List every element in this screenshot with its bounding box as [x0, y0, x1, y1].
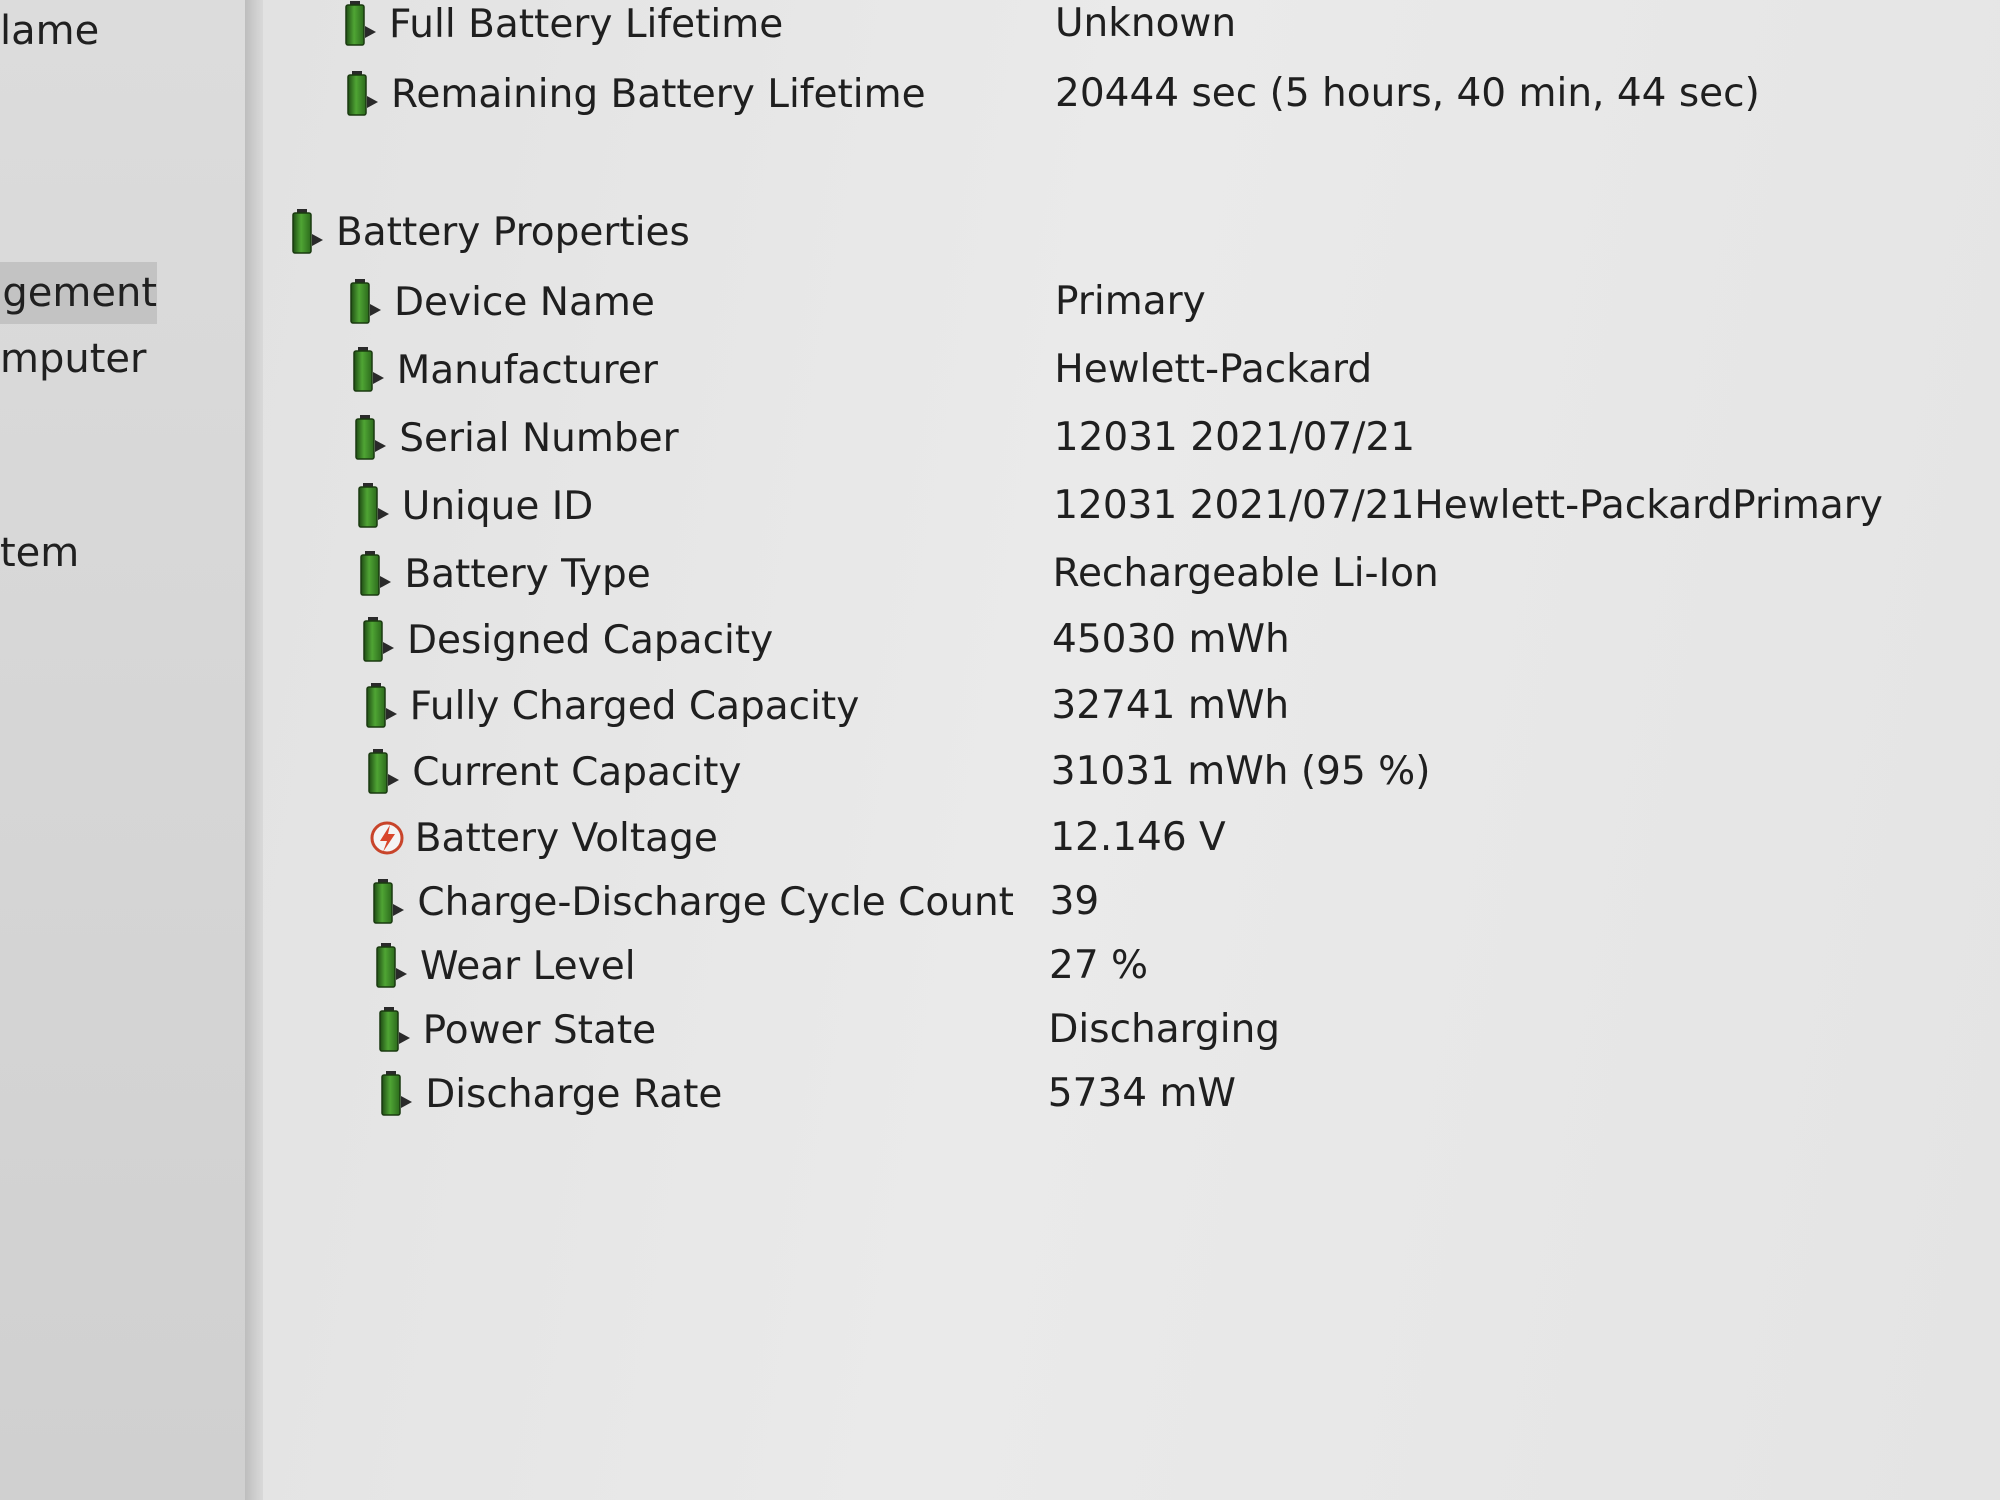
battery-icon: [290, 208, 326, 256]
sidebar-item-label: agement: [0, 270, 157, 316]
property-label: Designed Capacity: [407, 617, 774, 663]
property-label: Discharge Rate: [425, 1071, 723, 1117]
property-row[interactable]: Manufacturer: [351, 340, 658, 400]
sidebar-item-label: mputer: [0, 336, 147, 382]
battery-icon: [364, 682, 400, 730]
property-value: Unknown: [1055, 1, 1237, 46]
battery-icon: [379, 1070, 415, 1118]
property-row[interactable]: Charge-Discharge Cycle Count: [371, 872, 1014, 932]
property-label: Device Name: [394, 279, 655, 325]
battery-icon: [366, 748, 402, 796]
property-value: 32741 mWh: [1051, 683, 1290, 728]
property-value: 5734 mW: [1047, 1071, 1236, 1116]
property-label: Manufacturer: [396, 347, 658, 393]
sidebar-item-management[interactable]: agement: [0, 262, 157, 324]
property-label: Remaining Battery Lifetime: [391, 71, 926, 117]
property-row[interactable]: Discharge Rate: [379, 1064, 722, 1124]
property-value: 31031 mWh (95 %): [1050, 749, 1431, 794]
property-value: 20444 sec (5 hours, 40 min, 44 sec): [1055, 71, 1760, 116]
property-value: 12031 2021/07/21: [1053, 415, 1416, 460]
property-value: Hewlett-Packard: [1054, 347, 1373, 392]
properties-pane: Full Battery Lifetime Unknown Remaining Ba…: [263, 0, 2000, 1500]
property-row[interactable]: Power State: [377, 1000, 657, 1060]
lifetime-row[interactable]: Remaining Battery Lifetime: [345, 64, 926, 124]
sidebar-item-label: lame: [0, 8, 100, 54]
sidebar: lame agement mputer tem: [0, 0, 245, 1500]
property-label: Current Capacity: [412, 749, 742, 795]
lifetime-row[interactable]: Full Battery Lifetime: [343, 0, 783, 54]
property-value: 27 %: [1049, 943, 1149, 988]
property-row[interactable]: Battery Type: [358, 544, 651, 604]
battery-icon: [361, 616, 397, 664]
battery-icon: [377, 1006, 413, 1054]
battery-icon: [371, 878, 407, 926]
property-row[interactable]: Battery Voltage: [369, 808, 718, 868]
property-row[interactable]: Designed Capacity: [361, 610, 773, 670]
property-label: Unique ID: [401, 483, 594, 529]
battery-icon: [351, 346, 387, 394]
property-label: Full Battery Lifetime: [389, 1, 784, 47]
property-label: Power State: [422, 1007, 657, 1053]
battery-icon: [356, 482, 392, 530]
property-row[interactable]: Current Capacity: [366, 742, 742, 802]
property-row[interactable]: Fully Charged Capacity: [364, 676, 860, 736]
property-value: Rechargeable Li-Ion: [1052, 551, 1439, 596]
property-label: Serial Number: [399, 415, 679, 461]
battery-icon: [343, 0, 379, 48]
property-value: 12.146 V: [1050, 815, 1226, 860]
property-value: Discharging: [1048, 1007, 1281, 1052]
property-value: 39: [1049, 879, 1100, 924]
property-label: Battery Voltage: [414, 815, 718, 861]
property-row[interactable]: Unique ID: [356, 476, 594, 536]
property-value: 12031 2021/07/21Hewlett-PackardPrimary: [1053, 483, 1883, 528]
property-row[interactable]: Wear Level: [374, 936, 636, 996]
battery-icon: [345, 70, 381, 118]
property-row[interactable]: Serial Number: [353, 408, 679, 468]
battery-icon: [348, 278, 384, 326]
sidebar-item-system[interactable]: tem: [0, 522, 245, 584]
voltage-icon: [369, 814, 405, 862]
property-value: Primary: [1055, 279, 1206, 324]
pane-splitter[interactable]: [245, 0, 263, 1500]
property-value: 45030 mWh: [1052, 617, 1290, 662]
battery-icon: [358, 550, 394, 598]
sidebar-item-name[interactable]: lame: [0, 0, 245, 62]
property-label: Battery Properties: [336, 209, 690, 255]
battery-icon: [353, 414, 389, 462]
sidebar-item-computer[interactable]: mputer: [0, 328, 245, 390]
property-label: Charge-Discharge Cycle Count: [417, 879, 1014, 925]
property-row[interactable]: Device Name: [348, 272, 655, 332]
section-header-battery-properties[interactable]: Battery Properties: [290, 202, 690, 262]
property-label: Wear Level: [420, 943, 636, 989]
battery-icon: [374, 942, 410, 990]
sidebar-item-label: tem: [0, 530, 80, 576]
property-label: Fully Charged Capacity: [409, 683, 860, 729]
property-label: Battery Type: [404, 551, 651, 597]
